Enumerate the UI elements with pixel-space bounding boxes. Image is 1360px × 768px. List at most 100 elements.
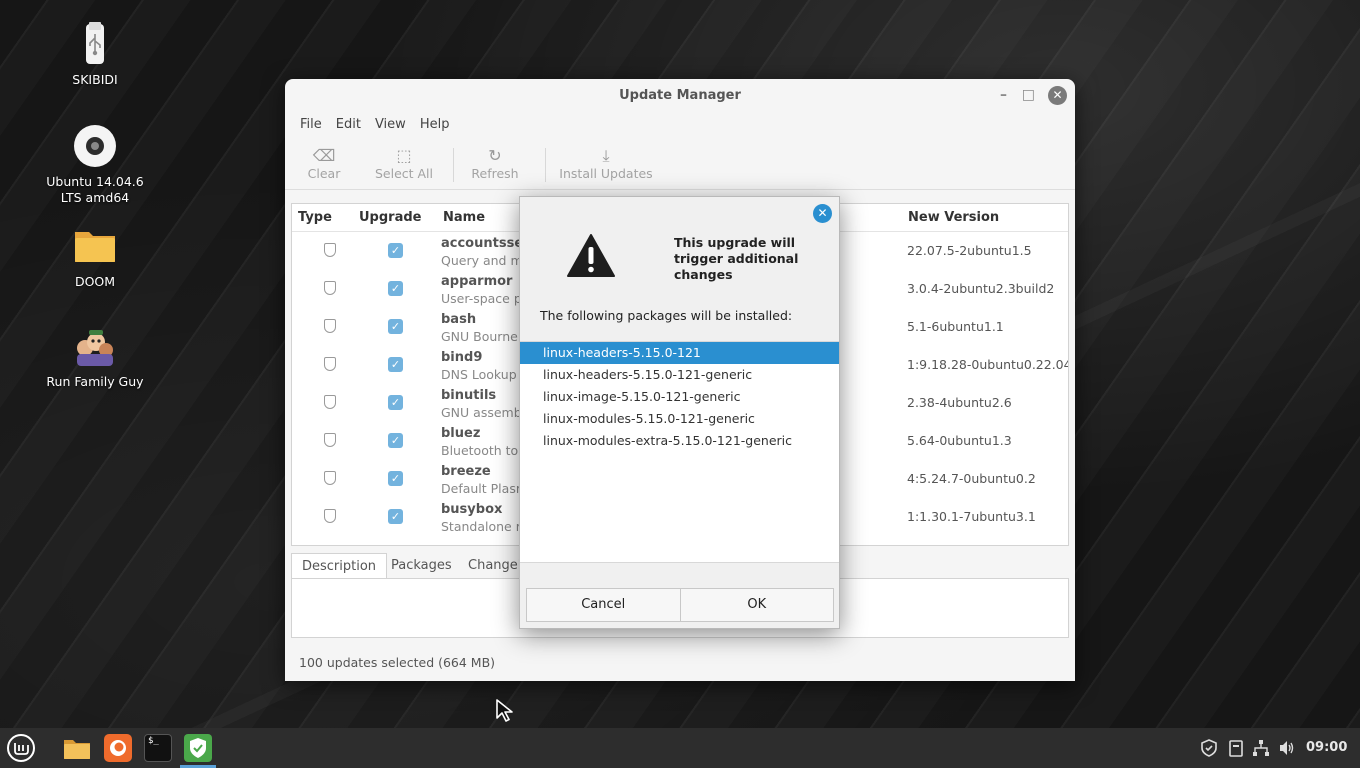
package-version: 3.0.4-2ubuntu2.3build2: [907, 281, 1055, 296]
menu-help[interactable]: Help: [413, 112, 457, 138]
maximize-icon[interactable]: □: [1022, 79, 1035, 112]
package-name: bash: [441, 312, 477, 327]
package-name: breeze: [441, 464, 491, 479]
column-type[interactable]: Type: [298, 204, 332, 232]
mint-menu-icon[interactable]: [6, 733, 36, 763]
package-name: bluez: [441, 426, 481, 441]
dialog-buttons: Cancel OK: [526, 588, 834, 622]
desktop-icon-run-family-guy[interactable]: Run Family Guy: [35, 324, 155, 390]
shield-icon: [324, 243, 336, 257]
list-item[interactable]: linux-headers-5.15.0-121-generic: [520, 364, 839, 386]
package-version: 5.64-0ubuntu1.3: [907, 433, 1012, 448]
refresh-label: Refresh: [471, 166, 519, 181]
menu-bar: File Edit View Help: [285, 112, 1075, 138]
menu-file[interactable]: File: [293, 112, 329, 138]
package-version: 2.38-4ubuntu2.6: [907, 395, 1012, 410]
upgrade-checkbox[interactable]: ✓: [388, 471, 403, 486]
package-description: Standalone r: [441, 519, 521, 534]
download-icon: ⤓: [602, 146, 610, 165]
additional-changes-dialog: ✕ This upgrade will trigger additional c…: [519, 196, 840, 629]
menu-view[interactable]: View: [368, 112, 413, 138]
list-item[interactable]: linux-modules-5.15.0-121-generic: [520, 408, 839, 430]
clear-icon: ⌫: [312, 146, 336, 165]
select-all-button[interactable]: ⬚ Select All: [374, 146, 434, 181]
clear-button[interactable]: ⌫ Clear: [307, 146, 341, 181]
upgrade-checkbox[interactable]: ✓: [388, 395, 403, 410]
column-new-version[interactable]: New Version: [908, 204, 999, 232]
toolbar: ⌫ Clear ⬚ Select All ↻ Refresh ⤓ Install…: [285, 138, 1075, 190]
warning-icon: [566, 233, 616, 283]
upgrade-checkbox[interactable]: ✓: [388, 357, 403, 372]
package-description: Query and ma: [441, 253, 531, 268]
files-icon[interactable]: [63, 734, 91, 762]
firefox-icon[interactable]: [104, 734, 132, 762]
terminal-icon[interactable]: $_: [144, 734, 172, 762]
upgrade-checkbox[interactable]: ✓: [388, 281, 403, 296]
shield-tray-icon[interactable]: [1200, 728, 1218, 768]
network-tray-icon[interactable]: [1252, 728, 1270, 768]
ok-button[interactable]: OK: [679, 589, 834, 621]
shield-icon: [324, 395, 336, 409]
select-all-icon: ⬚: [396, 146, 412, 165]
column-name[interactable]: Name: [443, 204, 485, 232]
package-description: User-space pa: [441, 291, 530, 306]
status-text: 100 updates selected (664 MB): [299, 655, 496, 670]
window-titlebar[interactable]: Update Manager – □ ✕: [285, 79, 1075, 112]
shield-icon: [324, 471, 336, 485]
install-updates-button[interactable]: ⤓ Install Updates: [559, 146, 653, 181]
tab-packages[interactable]: Packages: [381, 553, 462, 579]
close-icon[interactable]: ✕: [1048, 86, 1067, 105]
refresh-button[interactable]: ↻ Refresh: [471, 146, 519, 181]
dialog-title: This upgrade will trigger additional cha…: [674, 235, 799, 282]
select-all-label: Select All: [374, 166, 434, 181]
shield-icon: [324, 509, 336, 523]
desktop-icon-label: DOOM: [74, 274, 116, 289]
upgrade-checkbox[interactable]: ✓: [388, 243, 403, 258]
shield-icon: [324, 357, 336, 371]
desktop-icon-skibidi[interactable]: SKIBIDI: [35, 22, 155, 88]
desktop-icon-ubuntu-iso[interactable]: Ubuntu 14.04.6 LTS amd64: [35, 124, 155, 206]
dialog-close-icon[interactable]: ✕: [813, 204, 832, 223]
taskbar: $_ 09:00: [0, 728, 1360, 768]
minimize-icon[interactable]: –: [1000, 79, 1007, 112]
dialog-message: The following packages will be installed…: [540, 308, 793, 323]
desktop-icon-label: SKIBIDI: [72, 72, 118, 87]
clear-label: Clear: [307, 166, 341, 181]
column-upgrade[interactable]: Upgrade: [359, 204, 421, 232]
family-guy-app-icon: [73, 324, 117, 368]
package-description: Bluetooth to: [441, 443, 519, 458]
list-item[interactable]: linux-headers-5.15.0-121: [520, 342, 839, 364]
menu-edit[interactable]: Edit: [329, 112, 368, 138]
upgrade-checkbox[interactable]: ✓: [388, 433, 403, 448]
desktop-icon-label: Run Family Guy: [46, 374, 144, 389]
install-updates-label: Install Updates: [559, 166, 653, 181]
list-item[interactable]: linux-modules-extra-5.15.0-121-generic: [520, 430, 839, 452]
window-title: Update Manager: [619, 88, 741, 103]
update-manager-taskbar-icon[interactable]: [184, 734, 212, 762]
mouse-cursor-icon: [495, 698, 517, 728]
package-description: DNS Lookup: [441, 367, 517, 382]
package-version: 4:5.24.7-0ubuntu0.2: [907, 471, 1036, 486]
clipboard-tray-icon[interactable]: [1228, 728, 1244, 768]
usb-drive-icon: [73, 22, 117, 66]
shield-icon: [324, 281, 336, 295]
upgrade-checkbox[interactable]: ✓: [388, 319, 403, 334]
clock[interactable]: 09:00: [1306, 728, 1347, 768]
desktop-icon-label: Ubuntu 14.04.6 LTS amd64: [46, 174, 144, 205]
optical-disc-icon: [73, 124, 117, 168]
upgrade-checkbox[interactable]: ✓: [388, 509, 403, 524]
package-description: GNU Bourne: [441, 329, 518, 344]
tab-description[interactable]: Description: [291, 553, 388, 579]
dialog-package-list[interactable]: linux-headers-5.15.0-121 linux-headers-5…: [520, 341, 839, 563]
package-version: 1:1.30.1-7ubuntu3.1: [907, 509, 1036, 524]
volume-tray-icon[interactable]: [1278, 728, 1296, 768]
cancel-button[interactable]: Cancel: [527, 589, 680, 621]
desktop-icon-doom[interactable]: DOOM: [35, 224, 155, 290]
refresh-icon: ↻: [488, 146, 502, 165]
package-version: 22.07.5-2ubuntu1.5: [907, 243, 1032, 258]
shield-icon: [324, 433, 336, 447]
package-name: busybox: [441, 502, 503, 517]
package-description: GNU assembl: [441, 405, 526, 420]
list-item[interactable]: linux-image-5.15.0-121-generic: [520, 386, 839, 408]
package-version: 1:9.18.28-0ubuntu0.22.04.: [907, 357, 1069, 372]
